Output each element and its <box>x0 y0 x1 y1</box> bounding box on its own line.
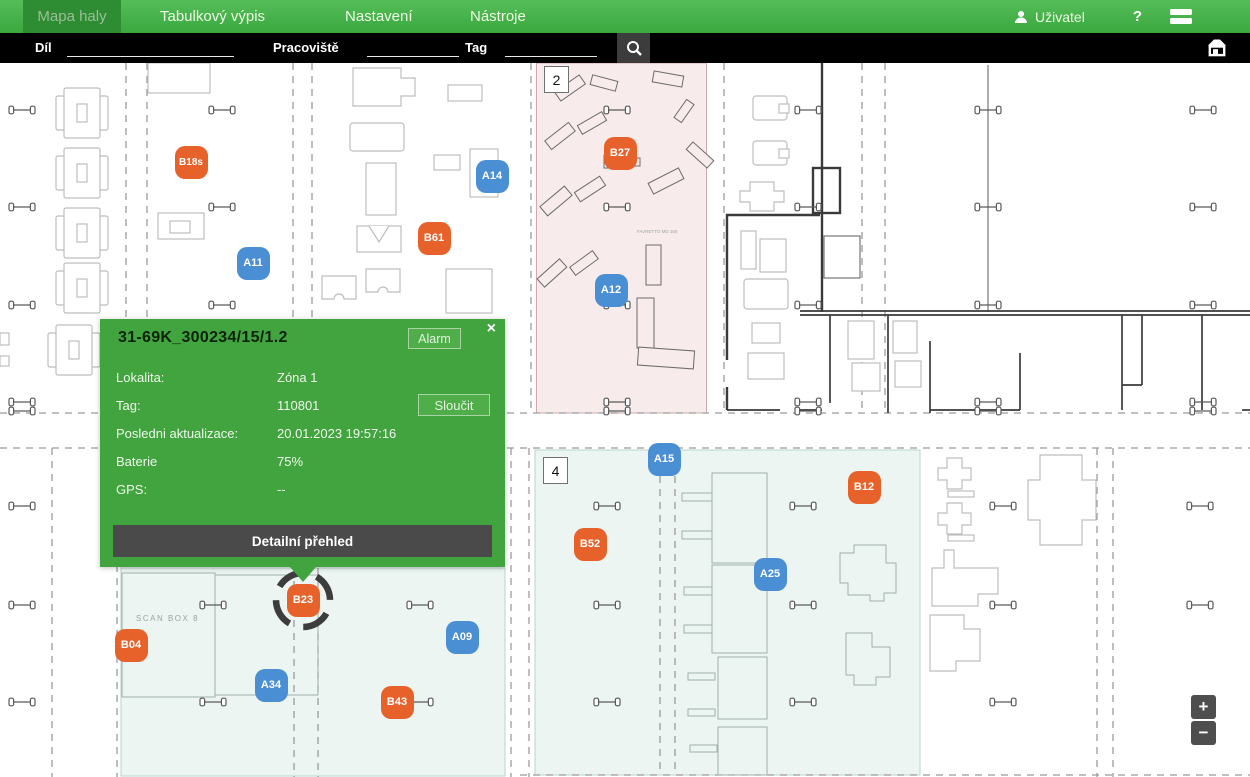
popup-row: Posledni aktualizace:20.01.2023 19:57:16 <box>116 424 489 443</box>
dil-label: Díl <box>35 33 52 63</box>
map-marker-A34[interactable]: A34 <box>255 669 288 702</box>
row-label: GPS: <box>116 480 277 499</box>
pracoviste-label: Pracoviště <box>273 33 339 63</box>
map-marker-A09[interactable]: A09 <box>446 621 479 654</box>
nav-right: Uživatel ? <box>1014 0 1250 33</box>
zone-label-4: 4 <box>543 457 568 484</box>
factory-map[interactable]: FAVRETTO MD 160 <box>0 63 1250 777</box>
popup-row: Lokalita:Zóna 1 <box>116 368 489 387</box>
tab-nastaveni[interactable]: Nastavení <box>345 0 413 33</box>
map-marker-B43[interactable]: B43 <box>381 686 414 719</box>
tab-mapa-haly[interactable]: Mapa haly <box>23 0 121 33</box>
tag-detail-popup: 31-69K_300234/15/1.2 Alarm × Lokalita:Zó… <box>100 319 505 567</box>
map-marker-B61[interactable]: B61 <box>418 222 451 255</box>
alarm-button[interactable]: Alarm <box>408 328 461 349</box>
user-label: Uživatel <box>1035 9 1085 25</box>
close-icon[interactable]: × <box>487 321 496 337</box>
map-marker-B18s[interactable]: B18s <box>175 146 208 179</box>
map-marker-A25[interactable]: A25 <box>754 558 787 591</box>
popup-title: 31-69K_300234/15/1.2 <box>118 329 288 347</box>
user-icon <box>1014 10 1028 24</box>
scan-box-label: SCAN BOX 8 <box>136 614 199 623</box>
pracoviste-input[interactable] <box>367 38 459 57</box>
map-marker-A12[interactable]: A12 <box>595 274 628 307</box>
machine-label: FAVRETTO MD 160 <box>637 229 678 234</box>
row-label: Tag: <box>116 396 277 415</box>
factory-home-icon[interactable] <box>1205 36 1229 65</box>
top-nav: Mapa haly Tabulkový výpis Nastavení Nástroj… <box>0 0 1250 33</box>
map-marker-A14[interactable]: A14 <box>476 160 509 193</box>
tab-tabulkovy-vypis[interactable]: Tabulkový výpis <box>160 0 265 33</box>
row-value: 110801 <box>277 396 319 415</box>
search-bar: Díl Pracoviště Tag <box>0 33 1250 63</box>
row-label: Baterie <box>116 452 277 471</box>
popup-row: Baterie75% <box>116 452 489 471</box>
popup-row: GPS:-- <box>116 480 489 499</box>
merge-button[interactable]: Sloučit <box>418 394 490 416</box>
row-label: Lokalita: <box>116 368 277 387</box>
popup-rows: Lokalita:Zóna 1Tag:110801Posledni aktual… <box>116 368 489 508</box>
search-icon <box>625 39 643 57</box>
map-marker-A11[interactable]: A11 <box>237 247 270 280</box>
map-marker-B23[interactable]: B23 <box>287 584 320 617</box>
popup-pointer <box>290 567 316 582</box>
row-value: -- <box>277 480 286 499</box>
map-marker-B12[interactable]: B12 <box>848 471 881 504</box>
search-button[interactable] <box>617 33 650 63</box>
tag-input[interactable] <box>505 38 597 57</box>
help-button[interactable]: ? <box>1133 8 1142 25</box>
row-value: Zóna 1 <box>277 368 317 387</box>
map-zoom-control: + − <box>1191 695 1216 745</box>
row-label: Posledni aktualizace: <box>116 424 277 443</box>
zoom-out-button[interactable]: − <box>1191 721 1216 745</box>
zone-label-2: 2 <box>544 66 569 93</box>
zoom-in-button[interactable]: + <box>1191 695 1216 719</box>
app-window: Mapa haly Tabulkový výpis Nastavení Nástroj… <box>0 0 1250 777</box>
map-marker-A15[interactable]: A15 <box>648 443 681 476</box>
map-marker-B04[interactable]: B04 <box>115 629 148 662</box>
map-marker-B52[interactable]: B52 <box>574 528 607 561</box>
dil-input[interactable] <box>67 38 234 57</box>
user-menu[interactable]: Uživatel <box>1014 9 1085 25</box>
detail-overview-button[interactable]: Detailní přehled <box>113 525 492 557</box>
tab-nastroje[interactable]: Nástroje <box>470 0 526 33</box>
tag-label: Tag <box>465 33 487 63</box>
menu-icon[interactable] <box>1170 9 1192 24</box>
row-value: 75% <box>277 452 303 471</box>
row-value: 20.01.2023 19:57:16 <box>277 424 396 443</box>
map-marker-B27[interactable]: B27 <box>604 137 637 170</box>
